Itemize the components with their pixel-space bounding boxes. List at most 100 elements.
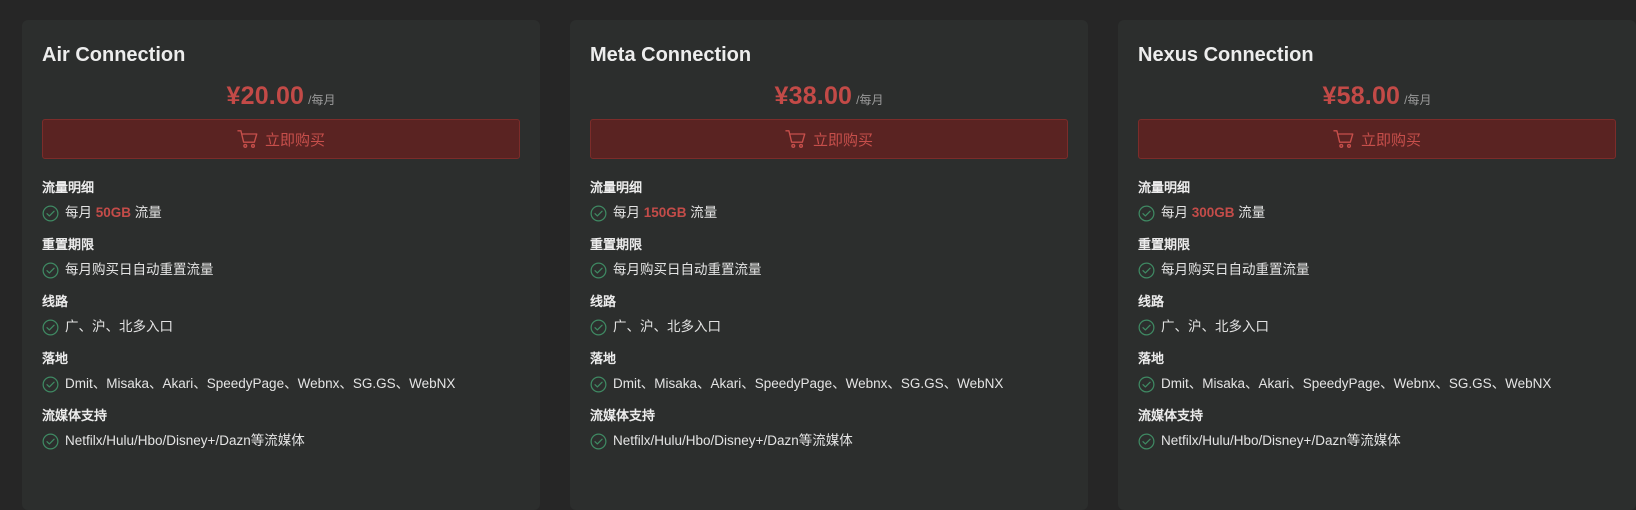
feature-item: Dmit、Misaka、Akari、SpeedyPage、Webnx、SG.GS…: [1138, 375, 1616, 393]
section-heading: 重置期限: [1138, 237, 1191, 252]
plan-price: ¥58.00: [1322, 82, 1401, 110]
plan-title: Nexus Connection: [1138, 44, 1314, 66]
feature-list: 流量明细 每月 150GB 流量 重置期限 每月购买日自动重置流量 线路 广、沪…: [590, 180, 1068, 450]
section-heading: 流媒体支持: [1138, 408, 1204, 423]
section-heading: 线路: [590, 294, 617, 309]
section-streaming: 流媒体支持 Netfilx/Hulu/Hbo/Disney+/Dazn等流媒体: [42, 408, 520, 450]
plan-card-meta: Meta Connection ¥38.00/每月 立即购买 流量明细 每月 1…: [570, 20, 1088, 510]
buy-now-button[interactable]: 立即购买: [590, 119, 1068, 159]
feature-item: 每月 50GB 流量: [42, 204, 520, 222]
section-heading: 流量明细: [42, 180, 95, 195]
feature-item: 广、沪、北多入口: [590, 318, 1068, 336]
feature-text: Dmit、Misaka、Akari、SpeedyPage、Webnx、SG.GS…: [65, 376, 456, 391]
feature-item: Netfilx/Hulu/Hbo/Disney+/Dazn等流媒体: [1138, 432, 1616, 450]
plan-card-air: Air Connection ¥20.00/每月 立即购买 流量明细 每月 50…: [22, 20, 540, 510]
feature-text: 每月: [1161, 205, 1192, 220]
pricing-cards: Air Connection ¥20.00/每月 立即购买 流量明细 每月 50…: [0, 0, 1636, 510]
plan-price: ¥20.00: [226, 82, 305, 110]
feature-text: 每月购买日自动重置流量: [613, 262, 762, 277]
plan-title: Meta Connection: [590, 44, 752, 66]
feature-text: 流量: [131, 205, 162, 220]
section-heading: 落地: [42, 351, 69, 366]
traffic-amount: 300GB: [1191, 205, 1235, 220]
section-heading: 重置期限: [590, 237, 643, 252]
shopping-cart-icon: [1333, 130, 1354, 148]
shopping-cart-icon: [785, 130, 806, 148]
feature-item: Netfilx/Hulu/Hbo/Disney+/Dazn等流媒体: [42, 432, 520, 450]
section-heading: 落地: [1138, 351, 1165, 366]
check-circle-icon: [42, 205, 59, 221]
billing-period: /每月: [856, 93, 884, 107]
check-circle-icon: [1138, 319, 1155, 335]
section-heading: 流量明细: [590, 180, 643, 195]
feature-text: Netfilx/Hulu/Hbo/Disney+/Dazn等流媒体: [65, 433, 305, 448]
traffic-amount: 50GB: [95, 205, 132, 220]
feature-list: 流量明细 每月 300GB 流量 重置期限 每月购买日自动重置流量 线路 广、沪…: [1138, 180, 1616, 450]
feature-item: 广、沪、北多入口: [1138, 318, 1616, 336]
feature-item: Netfilx/Hulu/Hbo/Disney+/Dazn等流媒体: [590, 432, 1068, 450]
feature-text: Dmit、Misaka、Akari、SpeedyPage、Webnx、SG.GS…: [1161, 376, 1552, 391]
feature-text: 广、沪、北多入口: [1161, 319, 1269, 334]
check-circle-icon: [42, 433, 59, 449]
check-circle-icon: [42, 376, 59, 392]
feature-item: Dmit、Misaka、Akari、SpeedyPage、Webnx、SG.GS…: [42, 375, 520, 393]
section-heading: 落地: [590, 351, 617, 366]
section-traffic: 流量明细 每月 150GB 流量: [590, 180, 1068, 222]
section-landing: 落地 Dmit、Misaka、Akari、SpeedyPage、Webnx、SG…: [590, 351, 1068, 393]
section-route: 线路 广、沪、北多入口: [42, 294, 520, 336]
price-row: ¥58.00/每月: [1138, 81, 1616, 111]
check-circle-icon: [590, 205, 607, 221]
check-circle-icon: [1138, 262, 1155, 278]
buy-now-label: 立即购买: [264, 131, 325, 149]
check-circle-icon: [42, 262, 59, 278]
feature-item: 每月购买日自动重置流量: [1138, 261, 1616, 279]
section-traffic: 流量明细 每月 50GB 流量: [42, 180, 520, 222]
section-traffic: 流量明细 每月 300GB 流量: [1138, 180, 1616, 222]
check-circle-icon: [590, 376, 607, 392]
section-reset: 重置期限 每月购买日自动重置流量: [42, 237, 520, 279]
billing-period: /每月: [1404, 93, 1432, 107]
buy-now-button[interactable]: 立即购买: [42, 119, 520, 159]
feature-item: 广、沪、北多入口: [42, 318, 520, 336]
buy-now-label: 立即购买: [812, 131, 873, 149]
plan-title: Air Connection: [42, 44, 186, 66]
feature-text: Netfilx/Hulu/Hbo/Disney+/Dazn等流媒体: [613, 433, 853, 448]
shopping-cart-icon: [237, 130, 258, 148]
section-route: 线路 广、沪、北多入口: [1138, 294, 1616, 336]
price-row: ¥38.00/每月: [590, 81, 1068, 111]
feature-text: 广、沪、北多入口: [65, 319, 173, 334]
check-circle-icon: [42, 319, 59, 335]
feature-list: 流量明细 每月 50GB 流量 重置期限 每月购买日自动重置流量 线路 广、沪、…: [42, 180, 520, 450]
section-reset: 重置期限 每月购买日自动重置流量: [1138, 237, 1616, 279]
feature-text: 每月购买日自动重置流量: [1161, 262, 1310, 277]
check-circle-icon: [590, 433, 607, 449]
price-row: ¥20.00/每月: [42, 81, 520, 111]
section-heading: 线路: [42, 294, 69, 309]
plan-card-nexus: Nexus Connection ¥58.00/每月 立即购买 流量明细 每月 …: [1118, 20, 1636, 510]
feature-text: 每月: [65, 205, 96, 220]
feature-text: 广、沪、北多入口: [613, 319, 721, 334]
section-landing: 落地 Dmit、Misaka、Akari、SpeedyPage、Webnx、SG…: [1138, 351, 1616, 393]
plan-price: ¥38.00: [774, 82, 853, 110]
feature-text: 每月购买日自动重置流量: [65, 262, 214, 277]
feature-text: 流量: [686, 205, 718, 220]
buy-now-label: 立即购买: [1360, 131, 1421, 149]
section-heading: 线路: [1138, 294, 1165, 309]
section-heading: 重置期限: [42, 237, 95, 252]
section-landing: 落地 Dmit、Misaka、Akari、SpeedyPage、Webnx、SG…: [42, 351, 520, 393]
section-route: 线路 广、沪、北多入口: [590, 294, 1068, 336]
feature-text: 每月: [613, 205, 644, 220]
billing-period: /每月: [308, 93, 336, 107]
check-circle-icon: [590, 319, 607, 335]
check-circle-icon: [1138, 205, 1155, 221]
feature-text: 流量: [1234, 205, 1266, 220]
check-circle-icon: [1138, 376, 1155, 392]
feature-text: Netfilx/Hulu/Hbo/Disney+/Dazn等流媒体: [1161, 433, 1401, 448]
section-streaming: 流媒体支持 Netfilx/Hulu/Hbo/Disney+/Dazn等流媒体: [590, 408, 1068, 450]
section-reset: 重置期限 每月购买日自动重置流量: [590, 237, 1068, 279]
feature-item: 每月 150GB 流量: [590, 204, 1068, 222]
section-heading: 流量明细: [1138, 180, 1191, 195]
feature-text: Dmit、Misaka、Akari、SpeedyPage、Webnx、SG.GS…: [613, 376, 1004, 391]
feature-item: 每月购买日自动重置流量: [590, 261, 1068, 279]
buy-now-button[interactable]: 立即购买: [1138, 119, 1616, 159]
